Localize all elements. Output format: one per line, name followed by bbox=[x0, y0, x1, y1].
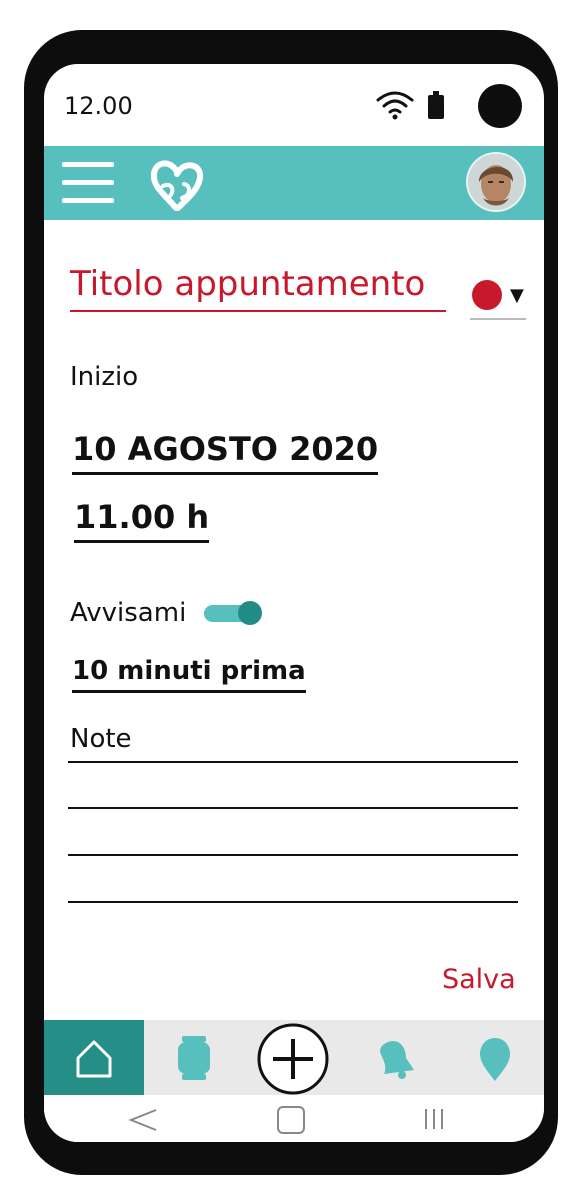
avatar[interactable] bbox=[468, 154, 524, 210]
save-button[interactable]: Salva bbox=[442, 964, 516, 995]
status-bar: 12.00 bbox=[44, 64, 544, 144]
reminder-value-field[interactable]: 10 minuti prima bbox=[72, 656, 306, 693]
reminder-label: Avvisami bbox=[70, 598, 187, 628]
location-pin-icon[interactable] bbox=[478, 1036, 512, 1082]
front-camera bbox=[478, 84, 522, 128]
start-label: Inizio bbox=[70, 362, 139, 392]
bottom-nav bbox=[44, 1020, 544, 1095]
nav-home[interactable] bbox=[44, 1020, 144, 1095]
system-nav-bar bbox=[44, 1095, 544, 1142]
reminder-toggle[interactable] bbox=[204, 601, 262, 626]
title-input[interactable]: Titolo appuntamento bbox=[70, 264, 446, 312]
heart-logo-icon bbox=[150, 160, 204, 211]
menu-icon[interactable] bbox=[62, 162, 114, 204]
date-field[interactable]: 10 AGOSTO 2020 bbox=[72, 430, 379, 475]
notes-line[interactable] bbox=[68, 761, 518, 763]
selected-color-swatch bbox=[472, 280, 502, 310]
status-time: 12.00 bbox=[64, 92, 133, 120]
recents-icon[interactable] bbox=[422, 1107, 446, 1131]
home-icon bbox=[76, 1040, 112, 1078]
bell-icon[interactable] bbox=[374, 1036, 418, 1080]
notes-line[interactable] bbox=[68, 807, 518, 809]
back-icon[interactable] bbox=[128, 1107, 158, 1133]
screen: 12.00 Titolo appuntamento ▼ Inizio 10 AG… bbox=[44, 64, 544, 1142]
add-icon[interactable] bbox=[256, 1022, 330, 1096]
caret-down-icon: ▼ bbox=[510, 285, 524, 306]
notes-label: Note bbox=[70, 724, 132, 754]
home-button-icon[interactable] bbox=[276, 1105, 306, 1135]
battery-icon bbox=[428, 91, 444, 119]
notes-line[interactable] bbox=[68, 901, 518, 903]
time-field[interactable]: 11.00 h bbox=[74, 498, 210, 543]
color-picker[interactable]: ▼ bbox=[470, 274, 526, 320]
wifi-icon bbox=[376, 91, 414, 120]
app-bar bbox=[44, 146, 544, 220]
notes-line[interactable] bbox=[68, 854, 518, 856]
watch-icon[interactable] bbox=[176, 1036, 212, 1080]
